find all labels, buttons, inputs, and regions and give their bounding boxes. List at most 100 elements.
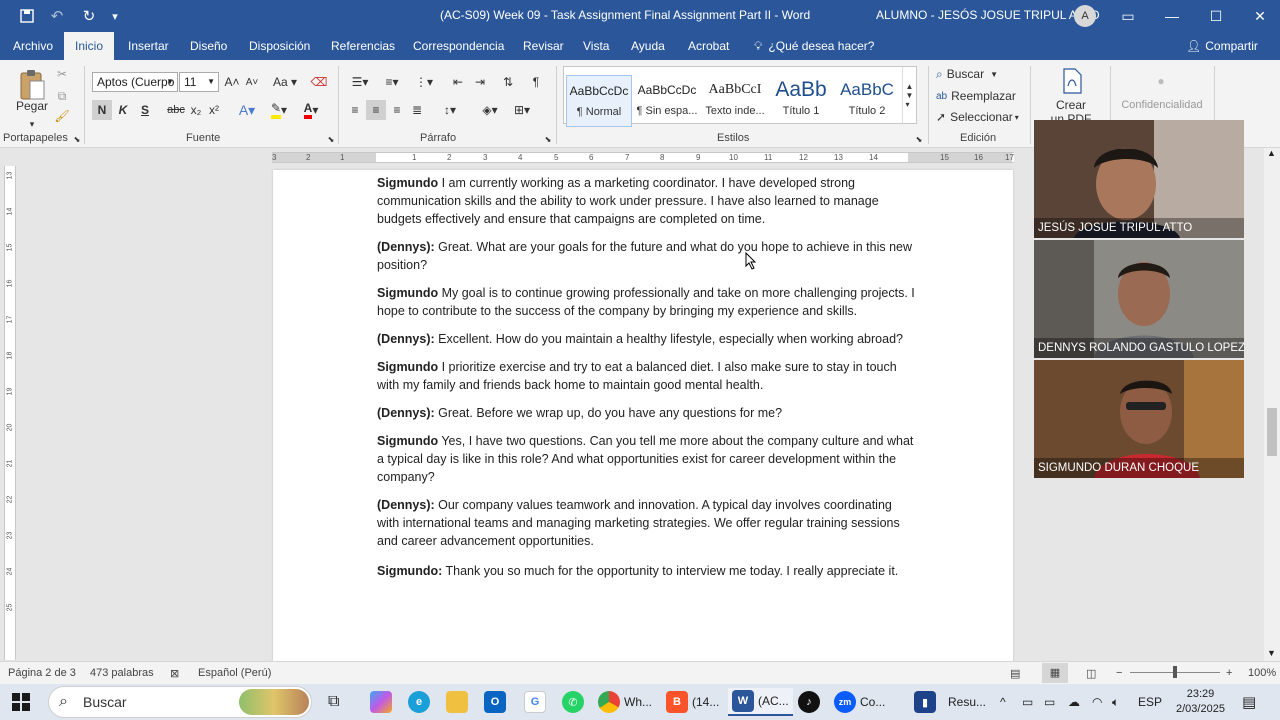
proofing-icon[interactable]: ⊠ bbox=[170, 667, 179, 680]
language-indicator[interactable]: Español (Perú) bbox=[198, 667, 271, 679]
tiktok-icon[interactable]: ♪ bbox=[798, 688, 820, 716]
paragraph[interactable]: (Dennys): Excellent. How do you maintain… bbox=[377, 330, 917, 348]
tab-referencias[interactable]: Referencias bbox=[320, 32, 406, 60]
clipboard-launcher-icon[interactable]: ⬊ bbox=[72, 134, 82, 144]
horizontal-ruler[interactable]: 3 2 1 1 2 3 4 5 6 7 8 9 10 11 12 13 14 1… bbox=[272, 152, 1014, 163]
taskbar-item-brave[interactable]: B (14... bbox=[666, 688, 719, 716]
notifications-icon[interactable]: ▤ bbox=[1242, 688, 1256, 716]
customize-icon[interactable]: ▾ bbox=[100, 0, 130, 32]
task-view-icon[interactable]: ⧉ bbox=[328, 688, 339, 716]
underline-button[interactable]: S bbox=[136, 100, 154, 120]
create-pdf-label[interactable]: Crear bbox=[1046, 98, 1096, 112]
justify-icon[interactable]: ≣ bbox=[408, 100, 426, 120]
minimize-icon[interactable]: — bbox=[1150, 0, 1194, 32]
paste-button[interactable]: Pegar bbox=[16, 98, 48, 114]
paragraph-launcher-icon[interactable]: ⬊ bbox=[543, 134, 553, 144]
grow-font-icon[interactable]: A˄ bbox=[224, 72, 240, 92]
bold-button[interactable]: N bbox=[92, 100, 112, 120]
google-icon[interactable]: G bbox=[524, 688, 546, 716]
italic-button[interactable]: K bbox=[114, 100, 132, 120]
paragraph[interactable]: Sigmundo Yes, I have two questions. Can … bbox=[377, 432, 917, 486]
tab-acrobat[interactable]: Acrobat bbox=[677, 32, 740, 60]
change-case-button[interactable]: Aa ▾ bbox=[270, 72, 300, 92]
web-layout-icon[interactable]: ◫ bbox=[1086, 667, 1096, 680]
font-color-icon[interactable]: A ▾ bbox=[298, 100, 324, 120]
paragraph[interactable]: (Dennys): Our company values teamwork an… bbox=[377, 496, 917, 550]
taskbar-item-zoom[interactable]: zm Co... bbox=[834, 688, 885, 716]
line-spacing-icon[interactable]: ↕▾ bbox=[436, 100, 464, 120]
text-effects-icon[interactable]: A▾ bbox=[236, 100, 258, 120]
page-counter[interactable]: Página 2 de 3 bbox=[8, 667, 76, 679]
whatsapp-icon[interactable]: ✆ bbox=[562, 688, 584, 716]
paragraph[interactable]: Sigmundo I prioritize exercise and try t… bbox=[377, 358, 917, 394]
style-heading-1[interactable]: AaBb Título 1 bbox=[768, 75, 834, 127]
scrollbar-thumb[interactable] bbox=[1267, 408, 1277, 456]
clock[interactable]: 23:29 2/03/2025 bbox=[1176, 687, 1225, 717]
scroll-up-icon[interactable]: ▲ bbox=[1267, 148, 1276, 158]
show-marks-icon[interactable]: ¶ bbox=[526, 72, 546, 92]
taskbar-item-chrome[interactable]: Wh... bbox=[598, 688, 652, 716]
onedrive-icon[interactable]: ☁ bbox=[1068, 688, 1080, 716]
strikethrough-button[interactable]: abc bbox=[166, 100, 186, 120]
user-name[interactable]: ALUMNO - JESÓS JOSUE TRIPUL ATTO bbox=[876, 8, 1100, 22]
tell-me-search[interactable]: 💡︎ ¿Qué desea hacer? bbox=[746, 32, 885, 60]
styles-scroll[interactable]: ▲ ▼ ▾ bbox=[902, 67, 916, 123]
replace-button[interactable]: ab Reemplazar bbox=[936, 88, 1016, 104]
zoom-out-icon[interactable]: − bbox=[1116, 667, 1122, 679]
paragraph[interactable]: Sigmundo: Thank you so much for the oppo… bbox=[377, 562, 917, 580]
tab-inicio[interactable]: Inicio bbox=[64, 32, 115, 60]
video-tile[interactable]: DENNYS ROLANDO GASTULO LOPEZ bbox=[1034, 240, 1244, 358]
zoom-slider-thumb[interactable] bbox=[1173, 666, 1177, 678]
word-count[interactable]: 473 palabras bbox=[90, 667, 154, 679]
outlook-icon[interactable]: O bbox=[484, 688, 506, 716]
sensitivity-icon[interactable]: ● bbox=[1152, 72, 1170, 90]
select-button[interactable]: ➚ Seleccionar ▾ bbox=[936, 109, 1019, 125]
vertical-ruler[interactable]: 13 14 15 16 17 18 19 20 21 22 23 24 25 bbox=[4, 166, 16, 660]
avatar[interactable]: A bbox=[1074, 5, 1096, 27]
font-launcher-icon[interactable]: ⬊ bbox=[326, 134, 336, 144]
increase-indent-icon[interactable]: ⇥ bbox=[470, 72, 490, 92]
style-no-spacing[interactable]: AaBbCcDc ¶ Sin espa... bbox=[634, 75, 700, 127]
windows-start-icon[interactable] bbox=[12, 688, 30, 716]
bullets-icon[interactable]: ☰▾ bbox=[346, 72, 374, 92]
tab-correspondencia[interactable]: Correspondencia bbox=[402, 32, 515, 60]
paragraph[interactable]: (Dennys): Great. What are your goals for… bbox=[377, 238, 917, 274]
font-size-select[interactable]: 11 ▼ bbox=[179, 72, 219, 92]
scroll-down-icon[interactable]: ▼ bbox=[1267, 648, 1276, 658]
create-pdf-icon[interactable] bbox=[1058, 66, 1086, 96]
paragraph[interactable]: Sigmundo My goal is to continue growing … bbox=[377, 284, 917, 320]
align-left-icon[interactable]: ≡ bbox=[346, 100, 364, 120]
tab-insertar[interactable]: Insertar bbox=[117, 32, 180, 60]
undo-icon[interactable]: ↶ bbox=[42, 0, 72, 32]
wifi-icon[interactable]: ◠ bbox=[1092, 688, 1102, 716]
taskbar-item-resume[interactable]: ▮ Resu... bbox=[914, 688, 986, 716]
borders-icon[interactable]: ⊞▾ bbox=[508, 100, 536, 120]
read-mode-icon[interactable]: ▤ bbox=[1010, 667, 1020, 680]
share-button[interactable]: 👤︎ Compartir bbox=[1186, 32, 1258, 60]
volume-icon[interactable]: 🔈︎ bbox=[1112, 688, 1119, 716]
tab-archivo[interactable]: Archivo bbox=[2, 32, 64, 60]
taskbar-item-word[interactable]: W (AC... bbox=[728, 688, 793, 716]
sort-icon[interactable]: ⇅ bbox=[498, 72, 518, 92]
shrink-font-icon[interactable]: A˅ bbox=[244, 72, 260, 92]
style-normal[interactable]: AaBbCcDc ¶ Normal bbox=[566, 75, 632, 127]
tab-vista[interactable]: Vista bbox=[572, 32, 620, 60]
numbering-icon[interactable]: ≡▾ bbox=[378, 72, 406, 92]
paragraph[interactable]: Sigmundo I am currently working as a mar… bbox=[377, 174, 917, 228]
clear-formatting-icon[interactable]: ⌫ bbox=[310, 72, 328, 92]
taskbar-search-input[interactable]: ⌕ Buscar bbox=[48, 686, 312, 718]
style-heading-2[interactable]: AaBbC Título 2 bbox=[834, 75, 900, 127]
style-indented-text[interactable]: AaBbCcI Texto inde... bbox=[702, 75, 768, 127]
print-layout-icon[interactable]: ▦ bbox=[1042, 663, 1068, 683]
find-button[interactable]: ⌕ Buscar ▼ bbox=[936, 66, 998, 82]
copilot-icon[interactable] bbox=[370, 688, 392, 716]
input-language[interactable]: ESP bbox=[1138, 688, 1162, 716]
copy-icon[interactable]: ⧉ bbox=[54, 88, 70, 104]
tab-diseno[interactable]: Diseño bbox=[179, 32, 238, 60]
sensitivity-button[interactable]: Confidencialidad bbox=[1116, 98, 1208, 112]
format-painter-icon[interactable]: 🖌︎ bbox=[54, 108, 70, 124]
zoom-in-icon[interactable]: + bbox=[1226, 667, 1232, 679]
tray-app-icon[interactable]: ▭ bbox=[1022, 688, 1033, 716]
paragraph[interactable]: (Dennys): Great. Before we wrap up, do y… bbox=[377, 404, 917, 422]
tray-app-icon[interactable]: ▭ bbox=[1044, 688, 1055, 716]
